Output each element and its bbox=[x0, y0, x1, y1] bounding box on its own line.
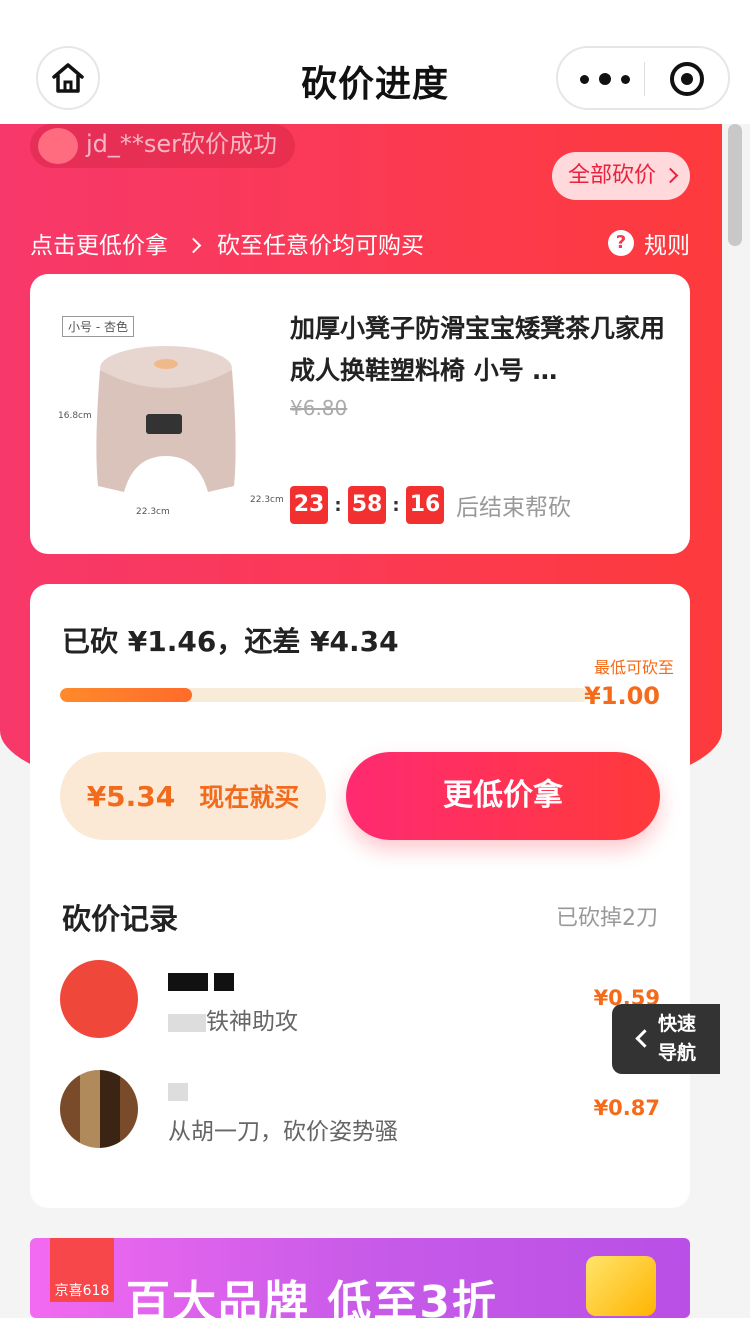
record-message: 铁神助攻 bbox=[168, 1002, 298, 1036]
product-card[interactable]: 小号 - 杏色 16.8cm 22.3cm 22.3cm 加厚小凳子防滑宝宝矮凳… bbox=[30, 274, 690, 554]
tip-lower-price: 点击更低价拿 bbox=[30, 233, 168, 259]
bargain-progress-card: 已砍 ¥1.46，还差 ¥4.34 最低可砍至 ¥1.00 ¥5.34 现在就买… bbox=[30, 584, 690, 1208]
record-message-text: 从胡一刀，砍价姿势骚 bbox=[168, 1119, 398, 1145]
record-amount: ¥0.87 bbox=[593, 1096, 660, 1120]
progress-headline: 已砍 ¥1.46，还差 ¥4.34 bbox=[62, 625, 399, 658]
svg-text:22.3cm: 22.3cm bbox=[136, 507, 170, 517]
record-username bbox=[168, 968, 235, 992]
rules-label: 规则 bbox=[644, 233, 690, 259]
all-bargains-button[interactable]: 全部砍价 bbox=[552, 152, 690, 200]
lower-price-label: 更低价拿 bbox=[443, 778, 563, 813]
records-title: 砍价记录 bbox=[62, 902, 179, 936]
chevron-right-icon bbox=[185, 237, 202, 254]
min-price-label: 最低可砍至 bbox=[593, 658, 674, 677]
countdown-minutes: 58 bbox=[348, 486, 386, 524]
success-ticker: jd_**ser砍价成功 bbox=[30, 124, 296, 168]
buy-now-price: ¥5.34 bbox=[86, 779, 176, 813]
original-price: ¥6.80 bbox=[290, 396, 348, 420]
promo-logo-text: 京喜618 bbox=[54, 1283, 110, 1299]
product-image: 小号 - 杏色 16.8cm 22.3cm 22.3cm bbox=[54, 306, 292, 518]
svg-text:22.3cm: 22.3cm bbox=[250, 495, 284, 505]
avatar bbox=[60, 960, 138, 1038]
quick-nav-button[interactable]: 快速 导航 bbox=[612, 1004, 720, 1074]
countdown-suffix: 后结束帮砍 bbox=[456, 495, 571, 521]
countdown-separator: : bbox=[392, 494, 400, 516]
quick-nav-line1: 快速 bbox=[658, 1013, 697, 1035]
countdown-separator: : bbox=[334, 494, 342, 516]
tip-any-price: 砍至任意价均可购买 bbox=[217, 233, 424, 259]
record-item: 从胡一刀，砍价姿势骚 ¥0.87 bbox=[60, 1070, 660, 1170]
navigation-bar: 砍价进度 bbox=[0, 0, 750, 124]
promo-text: 百大品牌 低至3折 bbox=[126, 1277, 498, 1318]
ticker-text: jd_**ser砍价成功 bbox=[86, 130, 278, 158]
min-price-value: ¥1.00 bbox=[584, 682, 660, 710]
promo-logo: 京喜618 bbox=[50, 1238, 114, 1302]
question-icon: ? bbox=[608, 230, 634, 256]
svg-text:16.8cm: 16.8cm bbox=[58, 411, 92, 421]
countdown-timer: 23 : 58 : 16 后结束帮砍 bbox=[290, 486, 571, 524]
buy-now-button[interactable]: ¥5.34 现在就买 bbox=[60, 752, 326, 840]
target-icon[interactable] bbox=[670, 62, 704, 96]
crown-icon bbox=[586, 1256, 656, 1316]
more-dots-icon[interactable] bbox=[580, 62, 630, 96]
buy-now-label: 现在就买 bbox=[199, 783, 300, 812]
promo-banner[interactable]: 京喜618 百大品牌 低至3折 bbox=[30, 1238, 690, 1318]
lower-price-button[interactable]: 更低价拿 bbox=[346, 752, 660, 840]
ticker-avatar bbox=[38, 128, 78, 164]
scrollbar[interactable] bbox=[728, 124, 742, 246]
capsule-divider bbox=[644, 62, 645, 96]
avatar bbox=[60, 1070, 138, 1148]
countdown-seconds: 16 bbox=[406, 486, 444, 524]
record-message: 从胡一刀，砍价姿势骚 bbox=[168, 1112, 398, 1146]
capsule-menu bbox=[556, 46, 730, 110]
record-username bbox=[168, 1078, 188, 1102]
progress-bar bbox=[60, 688, 588, 702]
all-bargains-label: 全部砍价 bbox=[568, 163, 657, 188]
records-count: 已砍掉2刀 bbox=[556, 906, 658, 931]
product-name: 加厚小凳子防滑宝宝矮凳茶几家用成人换鞋塑料椅 小号 … bbox=[290, 314, 666, 385]
record-message-text: 铁神助攻 bbox=[206, 1009, 298, 1035]
quick-nav-line2: 导航 bbox=[658, 1042, 697, 1064]
record-item: 铁神助攻 ¥0.59 bbox=[60, 960, 660, 1060]
bargain-tips: 点击更低价拿 砍至任意价均可购买 bbox=[30, 226, 438, 260]
countdown-hours: 23 bbox=[290, 486, 328, 524]
progress-bar-fill bbox=[60, 688, 192, 702]
stool-image: 16.8cm 22.3cm 22.3cm bbox=[58, 346, 284, 517]
page: 砍价进度 jd_**ser砍价成功 全部砍价 点击更低价拿 砍至任意价均可购买 ?… bbox=[0, 0, 750, 1318]
rules-link[interactable]: ? 规则 bbox=[608, 226, 690, 260]
